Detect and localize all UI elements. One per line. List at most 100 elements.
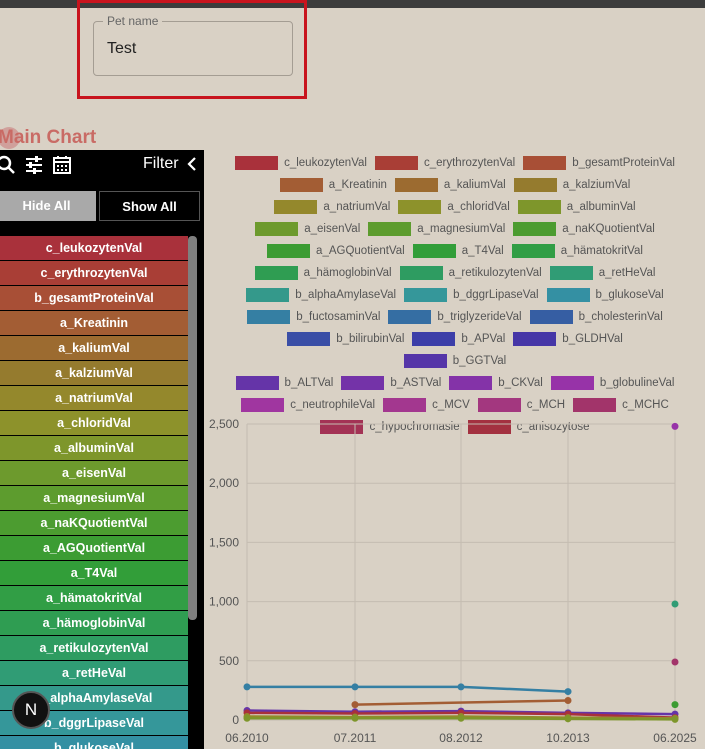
legend-label: c_leukozytenVal xyxy=(284,157,367,169)
legend-item[interactable]: c_MCHC xyxy=(573,398,669,412)
legend-row: c_neutrophileVal c_MCV c_MCH c_MCHC xyxy=(205,394,705,416)
legend-label: a_albuminVal xyxy=(566,201,636,213)
data-point xyxy=(671,658,679,666)
legend-item[interactable]: c_erythrozytenVal xyxy=(374,156,515,170)
series-toggle-item[interactable]: a_naKQuotientVal xyxy=(0,511,188,535)
legend-label: a_hämoglobinVal xyxy=(303,267,392,279)
legend-item[interactable]: a_chloridVal xyxy=(398,200,510,214)
legend-swatch xyxy=(388,310,432,324)
legend-label: b_dggrLipaseVal xyxy=(453,289,539,301)
series-toggle-item[interactable]: a_magnesiumVal xyxy=(0,486,188,510)
legend-swatch xyxy=(241,398,285,412)
data-point xyxy=(671,422,679,430)
legend-swatch xyxy=(279,178,323,192)
x-tick-label: 10.2013 xyxy=(546,731,590,745)
legend-item[interactable]: c_neutrophileVal xyxy=(241,398,375,412)
legend-item[interactable]: a_natriumVal xyxy=(274,200,390,214)
show-all-button[interactable]: Show All xyxy=(99,191,200,221)
legend-item[interactable]: b_glukoseVal xyxy=(546,288,664,302)
series-toggle-item[interactable]: a_retikulozytenVal xyxy=(0,636,188,660)
legend-swatch xyxy=(403,354,447,368)
series-toggle-item[interactable]: a_kalziumVal xyxy=(0,361,188,385)
legend-item[interactable]: a_magnesiumVal xyxy=(368,222,505,236)
legend-swatch xyxy=(517,200,561,214)
y-tick-label: 0 xyxy=(232,713,239,727)
series-toggle-item[interactable]: c_leukozytenVal xyxy=(0,236,188,260)
series-toggle-item[interactable]: a_T4Val xyxy=(0,561,188,585)
legend-row: b_ALTVal b_ASTVal b_CKVal b_globulineVal xyxy=(205,372,705,394)
legend-item[interactable]: b_ASTVal xyxy=(341,376,441,390)
legend-item[interactable]: a_T4Val xyxy=(412,244,504,258)
legend-label: a_naKQuotientVal xyxy=(562,223,655,235)
chevron-left-icon[interactable] xyxy=(185,154,199,174)
legend-swatch xyxy=(383,398,427,412)
y-tick-label: 500 xyxy=(219,654,239,668)
legend-label: b_APVal xyxy=(461,333,506,345)
series-toggle-item[interactable]: a_chloridVal xyxy=(0,411,188,435)
legend-label: b_cholesterinVal xyxy=(578,311,663,323)
series-toggle-item[interactable]: b_gesamtProteinVal xyxy=(0,286,188,310)
legend-item[interactable]: b_GGTVal xyxy=(403,354,506,368)
legend-item[interactable]: a_kalziumVal xyxy=(513,178,630,192)
series-toggle-item[interactable]: c_erythrozytenVal xyxy=(0,261,188,285)
hide-all-button[interactable]: Hide All xyxy=(0,191,96,221)
legend-row: b_fuctosaminVal b_triglyzerideVal b_choles… xyxy=(205,306,705,328)
legend-label: b_ASTVal xyxy=(390,377,442,389)
series-toggle-item[interactable]: a_natriumVal xyxy=(0,386,188,410)
legend-item[interactable]: a_eisenVal xyxy=(255,222,360,236)
series-toggle-item[interactable]: a_retHeVal xyxy=(0,661,188,685)
legend-item[interactable]: a_albuminVal xyxy=(517,200,636,214)
legend-label: a_hämatokritVal xyxy=(560,245,643,257)
legend-item[interactable]: a_hämatokritVal xyxy=(511,244,643,258)
legend-item[interactable]: b_cholesterinVal xyxy=(529,310,663,324)
series-toggle-item[interactable]: a_Kreatinin xyxy=(0,311,188,335)
legend-item[interactable]: a_hämoglobinVal xyxy=(254,266,392,280)
legend-item[interactable]: a_Kreatinin xyxy=(279,178,387,192)
legend-label: b_triglyzerideVal xyxy=(437,311,522,323)
legend-item[interactable]: c_leukozytenVal xyxy=(235,156,367,170)
series-toggle-item[interactable]: a_albuminVal xyxy=(0,436,188,460)
legend-label: c_MCH xyxy=(526,399,566,411)
series-toggle-item[interactable]: a_AGQuotientVal xyxy=(0,536,188,560)
legend-item[interactable]: a_retikulozytenVal xyxy=(399,266,542,280)
n-badge-button[interactable]: N xyxy=(12,691,50,729)
main-chart-title: Main Chart xyxy=(0,127,97,148)
legend-swatch xyxy=(247,310,291,324)
legend-row: a_eisenVal a_magnesiumVal a_naKQuotientVal xyxy=(205,218,705,240)
search-icon[interactable] xyxy=(0,155,16,175)
series-toggle-item[interactable]: a_hämatokritVal xyxy=(0,586,188,610)
calendar-icon[interactable] xyxy=(52,155,72,175)
legend-item[interactable]: b_dggrLipaseVal xyxy=(404,288,539,302)
legend-swatch xyxy=(550,376,594,390)
legend-item[interactable]: c_MCH xyxy=(477,398,566,412)
legend-swatch xyxy=(235,376,279,390)
series-toggle-item[interactable]: a_hämoglobinVal xyxy=(0,611,188,635)
legend-item[interactable]: b_triglyzerideVal xyxy=(388,310,522,324)
scrollbar[interactable] xyxy=(188,236,197,620)
legend-item[interactable]: b_alphaAmylaseVal xyxy=(246,288,396,302)
legend-item[interactable]: b_GLDHVal xyxy=(513,332,623,346)
pet-name-field[interactable]: Pet name Test xyxy=(93,14,293,76)
legend-item[interactable]: b_CKVal xyxy=(449,376,543,390)
series-toggle-item[interactable]: a_kaliumVal xyxy=(0,336,188,360)
legend-item[interactable]: b_globulineVal xyxy=(550,376,674,390)
legend-item[interactable]: a_naKQuotientVal xyxy=(513,222,655,236)
legend-item[interactable]: c_MCV xyxy=(383,398,470,412)
legend-item[interactable]: b_gesamtProteinVal xyxy=(523,156,675,170)
filter-label[interactable]: Filter xyxy=(143,155,179,173)
pet-name-input[interactable]: Test xyxy=(107,40,136,58)
series-toggle-item[interactable]: b_glukoseVal xyxy=(0,736,188,749)
legend-item[interactable]: a_retHeVal xyxy=(549,266,655,280)
legend-swatch xyxy=(412,332,456,346)
y-tick-label: 2,000 xyxy=(209,476,239,490)
legend-swatch xyxy=(255,222,299,236)
legend-item[interactable]: b_ALTVal xyxy=(235,376,333,390)
series-toggle-item[interactable]: a_eisenVal xyxy=(0,461,188,485)
tune-icon[interactable] xyxy=(24,155,44,175)
legend-item[interactable]: b_fuctosaminVal xyxy=(247,310,380,324)
legend-item[interactable]: b_bilirubinVal xyxy=(287,332,404,346)
legend-item[interactable]: b_APVal xyxy=(412,332,505,346)
legend-item[interactable]: a_kaliumVal xyxy=(394,178,506,192)
legend-item[interactable]: a_AGQuotientVal xyxy=(267,244,405,258)
legend-swatch xyxy=(412,244,456,258)
